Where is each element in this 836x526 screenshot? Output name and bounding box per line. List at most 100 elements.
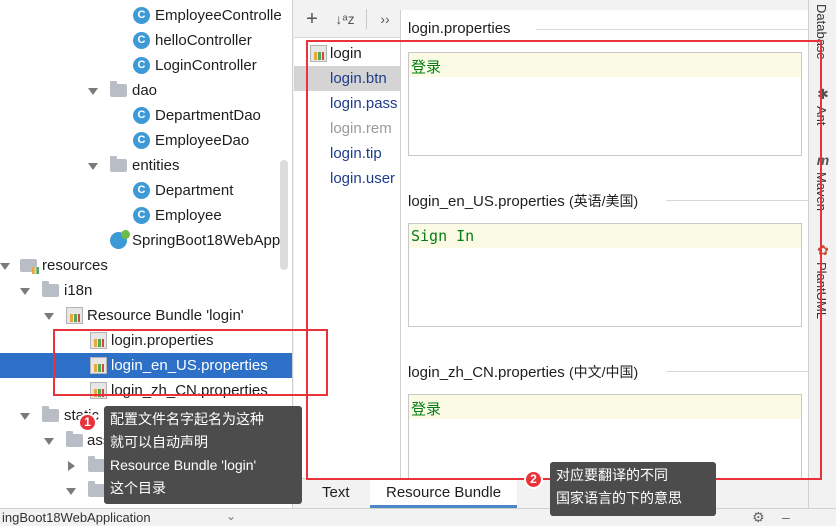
key-label: login.rem <box>330 120 392 137</box>
locale-name: (中文/中国) <box>568 364 639 380</box>
tree-item-login-zh-cn-properties[interactable]: login_zh_CN.properties <box>0 378 292 403</box>
minimize-icon[interactable]: – <box>782 509 790 525</box>
tree-item-label: helloController <box>155 32 252 49</box>
chevron-down-icon[interactable] <box>20 286 30 296</box>
tree-item-label: SpringBoot18WebApp <box>132 232 281 249</box>
key-login-username[interactable]: login.user <box>294 166 400 191</box>
gear-icon[interactable]: ⚙ <box>752 509 765 526</box>
key-login-password[interactable]: login.pass <box>294 91 400 116</box>
chevron-down-icon[interactable] <box>88 161 98 171</box>
key-label: login.user <box>330 170 396 187</box>
plantuml-tool-button[interactable]: PlantUML <box>814 262 829 319</box>
ant-tool-button[interactable]: Ant <box>814 106 829 126</box>
tree-item-logincontroller[interactable]: C LoginController <box>0 53 292 78</box>
tree-item-departmentdao[interactable]: C DepartmentDao <box>0 103 292 128</box>
tree-item-employeedao[interactable]: C EmployeeDao <box>0 128 292 153</box>
note-line: 这个目录 <box>110 480 166 496</box>
tree-item-employee[interactable]: C Employee <box>0 203 292 228</box>
class-icon: C <box>133 182 150 199</box>
property-values-pane: login.properties 登录 login_en_US.properti… <box>400 10 808 480</box>
tree-item-dao[interactable]: dao <box>0 78 292 103</box>
sort-alphabetically-button[interactable]: ↓ᵃz <box>332 8 358 30</box>
tree-item-label: login_en_US.properties <box>111 357 268 374</box>
class-icon: C <box>133 107 150 124</box>
properties-file-icon <box>90 332 107 349</box>
class-icon: C <box>133 132 150 149</box>
maven-icon: m <box>816 152 830 168</box>
folder-icon <box>110 156 127 172</box>
key-login-remember[interactable]: login.rem <box>294 116 400 141</box>
value-text: 登录 <box>411 400 442 418</box>
value-text: 登录 <box>411 58 442 76</box>
class-icon: C <box>133 32 150 49</box>
plantuml-icon: ✿ <box>817 242 829 258</box>
tree-item-login-en-us-properties[interactable]: login_en_US.properties <box>0 353 292 378</box>
key-label: login.pass <box>330 95 398 112</box>
annotation-badge-2: 2 <box>524 470 543 489</box>
chevron-right-icon[interactable] <box>66 461 76 471</box>
springboot-app-icon <box>110 230 130 249</box>
note-line: 配置文件名字起名为这种 <box>110 411 264 427</box>
value-editor-login[interactable]: 登录 <box>408 52 802 156</box>
section-title-zh-cn: login_zh_CN.properties (中文/中国) <box>408 362 638 382</box>
bundle-toolbar: + ↓ᵃz ›› <box>294 0 400 38</box>
tree-item-resource-bundle[interactable]: Resource Bundle 'login' <box>0 303 292 328</box>
locale-name: (英语/美国) <box>568 193 639 209</box>
key-group-login[interactable]: login <box>294 41 400 66</box>
folder-icon <box>42 406 59 422</box>
chevron-down-icon[interactable] <box>88 86 98 96</box>
tree-scrollbar[interactable] <box>280 160 288 270</box>
key-label: login.btn <box>330 70 387 87</box>
resource-bundle-icon <box>66 307 83 324</box>
note-line: Resource Bundle 'login' <box>110 457 257 473</box>
tree-item-login-properties[interactable]: login.properties <box>0 328 292 353</box>
chevron-down-icon[interactable] <box>66 486 76 496</box>
file-name: login_zh_CN.properties <box>408 364 565 381</box>
properties-file-icon <box>90 382 107 399</box>
key-login-tip[interactable]: login.tip <box>294 141 400 166</box>
note-line: 国家语言的下的意思 <box>556 490 682 506</box>
add-property-button[interactable]: + <box>302 8 322 30</box>
chevron-down-icon[interactable] <box>20 411 30 421</box>
property-key-list: login login.btn login.pass login.rem log… <box>294 38 400 478</box>
section-divider <box>536 29 808 30</box>
folder-icon <box>88 456 105 472</box>
value-editor-en-us[interactable]: Sign In <box>408 223 802 327</box>
status-run-config: ingBoot18WebApplication <box>2 510 151 525</box>
tree-item-label: login.properties <box>111 332 214 349</box>
tree-item-springboot-app[interactable]: SpringBoot18WebApp <box>0 228 292 253</box>
tree-item-i18n[interactable]: i18n <box>0 278 292 303</box>
section-divider <box>666 371 808 372</box>
resources-folder-icon <box>20 259 39 274</box>
tree-item-label: Resource Bundle 'login' <box>87 307 244 324</box>
tree-item-label: DepartmentDao <box>155 107 261 124</box>
key-login-btn[interactable]: login.btn <box>294 66 400 91</box>
tree-item-employeecontroller[interactable]: C EmployeeControlle <box>0 3 292 28</box>
database-tool-button[interactable]: Database <box>814 4 829 60</box>
more-options-button[interactable]: ›› <box>378 8 392 30</box>
class-icon: C <box>133 7 150 24</box>
key-label: login.tip <box>330 145 382 162</box>
annotation-note-1: 配置文件名字起名为这种 就可以自动声明 Resource Bundle 'log… <box>104 406 302 504</box>
chevron-down-icon[interactable] <box>0 261 10 271</box>
tree-item-hellocontroller[interactable]: C helloController <box>0 28 292 53</box>
tab-resource-bundle[interactable]: Resource Bundle <box>370 479 518 508</box>
chevron-down-icon[interactable]: ⌄ <box>226 509 236 523</box>
tree-item-label: Department <box>155 182 234 199</box>
chevron-down-icon[interactable] <box>44 436 54 446</box>
note-line: 对应要翻译的不同 <box>556 467 668 483</box>
tree-item-entities[interactable]: entities <box>0 153 292 178</box>
tree-item-label: Employee <box>155 207 222 224</box>
tree-item-resources[interactable]: resources <box>0 253 292 278</box>
class-icon: C <box>133 57 150 74</box>
tree-item-department[interactable]: C Department <box>0 178 292 203</box>
maven-tool-button[interactable]: Maven <box>814 172 829 211</box>
ant-icon: ✱ <box>817 86 829 102</box>
section-divider <box>666 200 808 201</box>
section-title-login: login.properties <box>408 20 511 37</box>
tab-text[interactable]: Text <box>306 479 366 508</box>
current-line-highlight <box>409 53 801 77</box>
right-tool-strip: Database ✱ Ant m Maven ✿ PlantUML <box>808 0 836 526</box>
folder-icon <box>42 281 59 297</box>
chevron-down-icon[interactable] <box>44 311 54 321</box>
